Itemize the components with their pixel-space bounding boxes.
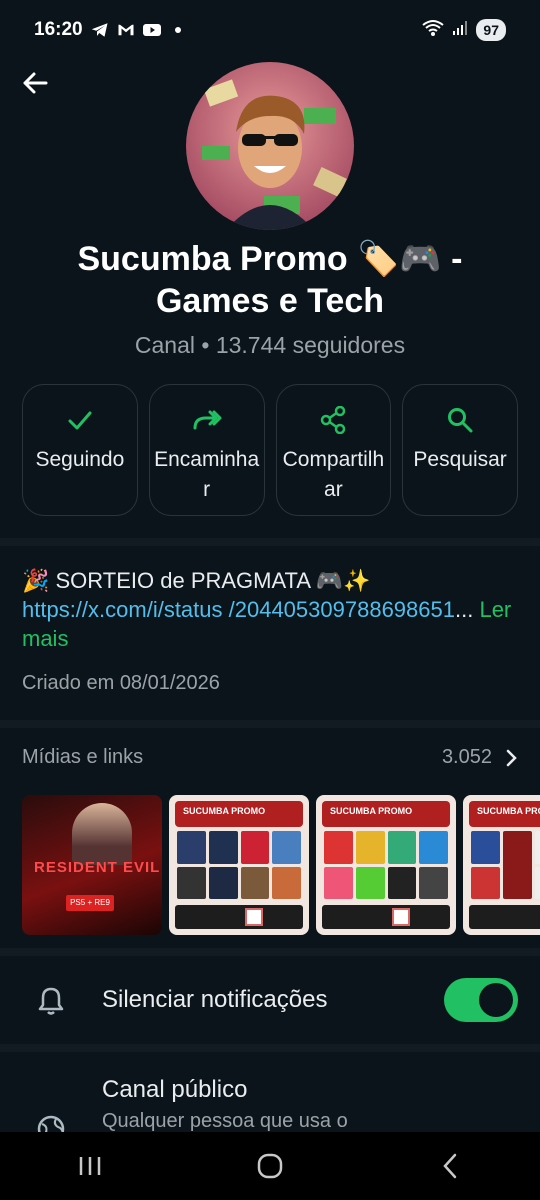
media-count-group: 3.052: [442, 746, 518, 769]
gmail-icon: [117, 21, 135, 39]
back-nav-button[interactable]: [420, 1146, 480, 1186]
media-title: Mídias e links: [22, 746, 144, 768]
media-header[interactable]: Mídias e links 3.052: [22, 746, 518, 769]
description-link[interactable]: https://x.com/i/status /2044053097886986…: [22, 597, 455, 622]
thumbnail-footer: [322, 905, 450, 929]
public-channel-subtitle: Qualquer pessoa que usa o: [102, 1110, 348, 1132]
description-text: 🎉 SORTEIO de PRAGMATA 🎮✨: [22, 568, 371, 593]
share-icon: [318, 405, 348, 435]
game-grid: [324, 831, 448, 899]
divider: [0, 1044, 540, 1052]
thumbnail-header: SUCUMBA PROMO: [322, 801, 450, 827]
divider: [0, 720, 540, 728]
thumbnail-badge: PS5 + RE9: [66, 895, 114, 911]
forward-button[interactable]: Encaminhar: [148, 384, 265, 516]
check-icon: [65, 405, 95, 435]
character-image: [72, 803, 132, 865]
toggle-knob: [479, 983, 513, 1017]
forward-label: Encaminhar: [154, 448, 260, 501]
qr-code-icon: [392, 908, 410, 926]
share-label: Compartilhar: [282, 448, 385, 501]
mute-label: Silenciar notificações: [102, 986, 328, 1013]
channel-title: Sucumba Promo 🏷️🎮 - Games e Tech: [77, 240, 463, 320]
search-button[interactable]: Pesquisar: [402, 384, 518, 516]
following-label: Seguindo: [35, 448, 125, 471]
thumbnail-header-text: SUCUMBA PROMO: [477, 806, 540, 816]
media-thumbnails: RESIDENT EVIL PS5 + RE9 SUCUMBA PROMO SU…: [22, 795, 540, 935]
status-time: 16:20: [34, 19, 83, 40]
back-button[interactable]: [18, 66, 52, 100]
thumbnail-footer: [469, 905, 540, 929]
qr-code-icon: [245, 908, 263, 926]
status-right: 97: [422, 19, 506, 42]
channel-avatar[interactable]: [186, 62, 354, 230]
home-icon: [257, 1153, 283, 1179]
divider: [0, 948, 540, 956]
status-bar: 16:20 97: [0, 0, 540, 60]
bell-icon: [38, 986, 64, 1021]
search-label: Pesquisar: [413, 448, 507, 471]
battery-indicator: 97: [476, 19, 506, 41]
game-grid: [177, 831, 301, 899]
back-chevron-icon: [443, 1153, 457, 1179]
thumbnail-header-text: SUCUMBA PROMO: [183, 806, 266, 816]
description-ellipsis: ...: [454, 597, 474, 622]
thumbnail-footer: [175, 905, 303, 929]
telegram-icon: [91, 21, 109, 39]
thumbnail-header-text: SUCUMBA PROMO: [330, 806, 413, 816]
thumbnail-header: SUCUMBA PROMO: [469, 801, 540, 827]
channel-description: 🎉 SORTEIO de PRAGMATA 🎮✨ https://x.com/i…: [22, 566, 522, 653]
media-thumbnail[interactable]: SUCUMBA PROMO: [169, 795, 309, 935]
thumbnail-title: RESIDENT EVIL: [34, 859, 161, 876]
home-button[interactable]: [240, 1146, 300, 1186]
divider: [0, 538, 540, 546]
mute-notifications-row[interactable]: Silenciar notificações: [0, 962, 540, 1042]
forward-icon: [192, 405, 222, 435]
action-buttons: Seguindo Encaminhar Compartilhar Pesquis…: [22, 384, 518, 516]
following-button[interactable]: Seguindo: [22, 384, 138, 516]
media-count: 3.052: [441, 746, 492, 768]
public-channel-title[interactable]: Canal público: [102, 1076, 247, 1104]
youtube-icon: [142, 21, 161, 39]
status-left: 16:20: [34, 19, 187, 41]
chevron-right-icon: [506, 749, 517, 766]
thumbnail-header: SUCUMBA PROMO: [175, 801, 303, 827]
system-navigation-bar: [0, 1132, 540, 1200]
dot-icon: [169, 21, 187, 39]
arrow-left-icon: [23, 72, 48, 94]
media-thumbnail[interactable]: SUCUMBA PROMO: [316, 795, 456, 935]
created-date: Criado em 08/01/2026: [22, 672, 220, 694]
media-thumbnail[interactable]: RESIDENT EVIL PS5 + RE9: [22, 795, 162, 935]
search-icon: [445, 405, 475, 435]
mute-toggle[interactable]: [444, 978, 518, 1022]
signal-icon: [452, 20, 468, 41]
game-grid: [471, 831, 540, 899]
recents-icon: [79, 1157, 101, 1175]
recent-apps-button[interactable]: [60, 1146, 120, 1186]
share-button[interactable]: Compartilhar: [275, 384, 392, 516]
wifi-icon: [422, 19, 445, 42]
channel-subtitle: Canal • 13.744 seguidores: [134, 332, 406, 358]
media-thumbnail[interactable]: SUCUMBA PROMO: [463, 795, 540, 935]
